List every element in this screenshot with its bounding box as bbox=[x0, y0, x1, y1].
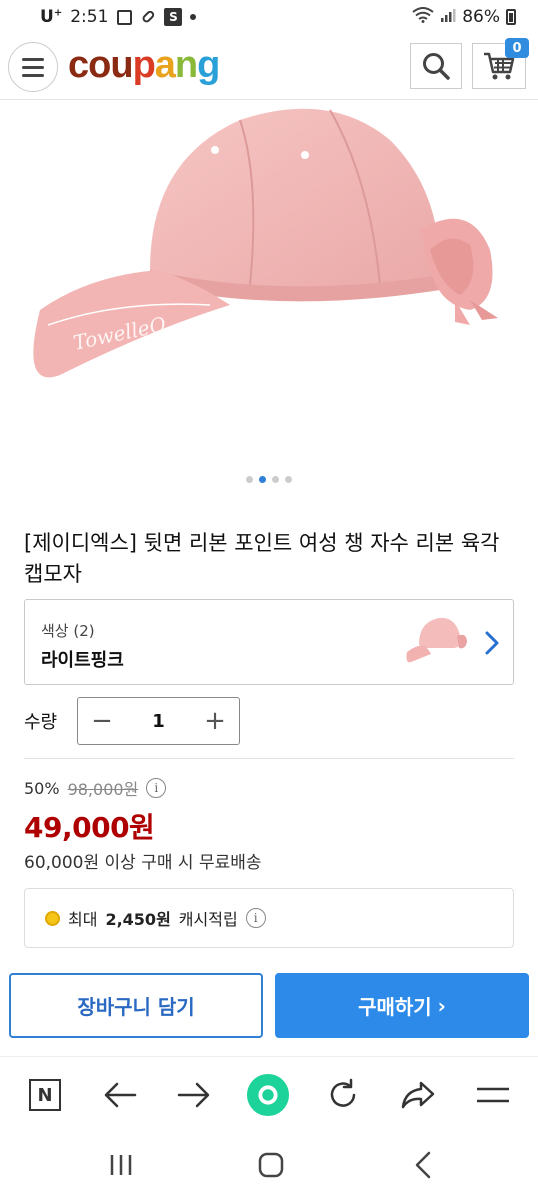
original-price: 98,000원 bbox=[67, 780, 139, 799]
cash-suffix: 캐시적립 bbox=[178, 910, 238, 929]
status-bar: U+ 2:51 S 86% bbox=[0, 0, 538, 34]
green-dot-button[interactable] bbox=[246, 1073, 290, 1117]
add-to-cart-button[interactable]: 장바구니 담기 bbox=[9, 973, 263, 1038]
carousel-dot[interactable] bbox=[285, 476, 292, 483]
price-info-icon[interactable]: i bbox=[146, 778, 167, 798]
recent-apps-icon[interactable] bbox=[108, 1152, 134, 1178]
naver-n-icon: N bbox=[29, 1079, 61, 1111]
cart-count-badge: 0 bbox=[505, 38, 529, 58]
cash-reward-box: 최대 2,450원 캐시적립 i bbox=[24, 888, 514, 948]
wifi-icon bbox=[412, 6, 434, 28]
refresh-icon bbox=[330, 1078, 356, 1107]
coin-icon bbox=[45, 910, 60, 926]
carousel-dot[interactable] bbox=[246, 476, 253, 483]
option-label: 색상 (2) bbox=[41, 622, 95, 640]
carousel-dot-active[interactable] bbox=[259, 476, 266, 483]
back-icon[interactable] bbox=[412, 1150, 434, 1180]
shipping-info: 60,000원 이상 구매 시 무료배송 bbox=[24, 853, 262, 873]
forward-button[interactable] bbox=[172, 1073, 216, 1117]
quantity-increase-button[interactable]: + bbox=[191, 698, 239, 744]
cash-info-icon[interactable]: i bbox=[245, 908, 266, 928]
gallery-icon bbox=[116, 9, 132, 25]
search-icon bbox=[423, 53, 450, 80]
carrier-label: U+ bbox=[40, 7, 63, 27]
cash-amount: 2,450원 bbox=[105, 910, 171, 929]
browser-toolbar: N bbox=[0, 1056, 538, 1130]
share-icon bbox=[401, 1081, 435, 1109]
buy-now-button[interactable]: 구매하기 › bbox=[275, 973, 529, 1038]
chevron-right-icon bbox=[485, 631, 499, 655]
refresh-button[interactable] bbox=[321, 1073, 365, 1117]
hamburger-icon bbox=[22, 57, 44, 61]
back-button[interactable] bbox=[98, 1073, 142, 1117]
divider bbox=[24, 758, 514, 759]
buy-label: 구매하기 bbox=[358, 995, 432, 1019]
hamburger-icon bbox=[477, 1087, 509, 1103]
sale-price: 49,000원 bbox=[24, 811, 155, 844]
naver-home-button[interactable]: N bbox=[23, 1073, 67, 1117]
green-dot-icon bbox=[246, 1073, 290, 1117]
search-button[interactable] bbox=[410, 43, 462, 89]
carousel-dot[interactable] bbox=[272, 476, 279, 483]
product-title: [제이디엑스] 뒷면 리본 포인트 여성 챙 자수 리본 육각캡모자 bbox=[24, 531, 500, 586]
color-option-selector[interactable]: 색상 (2) 라이트핑크 bbox=[24, 599, 514, 685]
home-icon[interactable] bbox=[258, 1152, 284, 1178]
signal-icon bbox=[440, 7, 456, 28]
quantity-label: 수량 bbox=[24, 712, 58, 733]
arrow-left-icon bbox=[104, 1082, 137, 1108]
app-header: coupang 0 bbox=[0, 34, 538, 100]
quantity-value[interactable]: 1 bbox=[126, 711, 191, 732]
option-thumbnail bbox=[406, 617, 467, 663]
quantity-decrease-button[interactable]: − bbox=[78, 698, 126, 744]
option-value: 라이트핑크 bbox=[41, 650, 124, 671]
app-s-icon: S bbox=[164, 8, 183, 26]
coupang-logo[interactable]: coupang bbox=[68, 44, 220, 87]
carousel-indicator bbox=[0, 476, 538, 483]
battery-percent: 86% bbox=[462, 7, 500, 27]
notification-dot-icon bbox=[190, 14, 197, 20]
quantity-stepper: − 1 + bbox=[77, 697, 240, 745]
browser-menu-button[interactable] bbox=[471, 1073, 515, 1117]
price-row: 50% 98,000원 i bbox=[24, 776, 167, 800]
cash-prefix: 최대 bbox=[68, 910, 98, 929]
discount-rate: 50% bbox=[24, 778, 60, 798]
menu-button[interactable] bbox=[8, 42, 58, 92]
product-image[interactable]: TowelleQ bbox=[0, 100, 538, 492]
battery-icon bbox=[506, 9, 516, 25]
system-navbar bbox=[0, 1130, 538, 1200]
pill-icon bbox=[140, 9, 156, 25]
clock: 2:51 bbox=[70, 7, 109, 27]
chevron-right-icon: › bbox=[437, 993, 446, 1018]
arrow-right-icon bbox=[177, 1082, 210, 1108]
share-button[interactable] bbox=[396, 1073, 440, 1117]
